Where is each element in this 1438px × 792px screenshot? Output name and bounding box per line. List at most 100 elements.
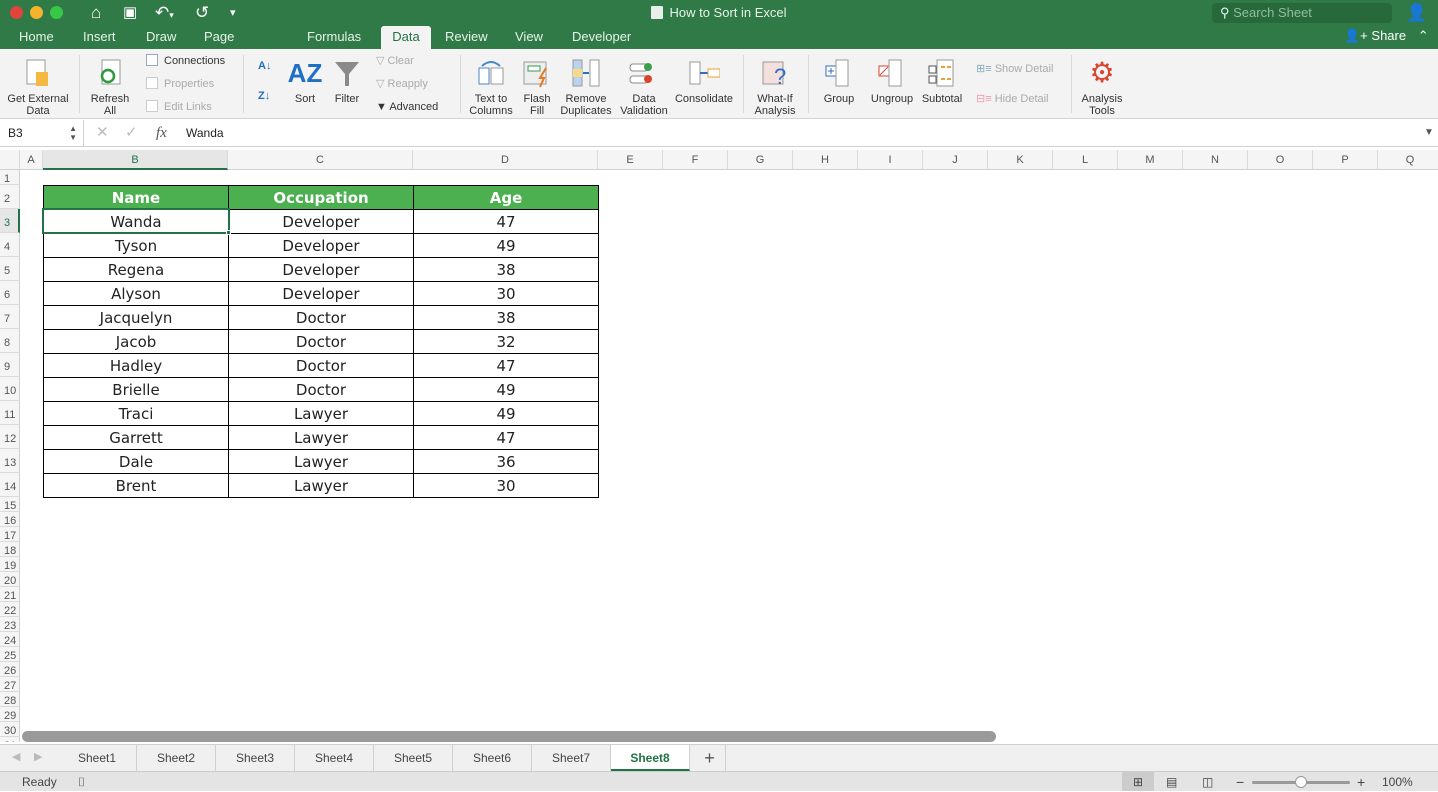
what-if-analysis-button[interactable]: ? What-If Analysis [750, 57, 800, 117]
tab-review[interactable]: Review [439, 26, 494, 49]
sort-button[interactable]: AZ Sort [288, 57, 323, 105]
sheet-tab-sheet2[interactable]: Sheet2 [137, 745, 216, 771]
tab-insert[interactable]: Insert [77, 26, 122, 49]
select-all-corner[interactable] [0, 150, 20, 170]
sort-a-z-button[interactable]: A↓ [258, 59, 271, 73]
table-cell[interactable]: 38 [413, 305, 599, 330]
show-detail-button[interactable]: ⊞≡ Show Detail [976, 62, 1053, 76]
cancel-icon[interactable]: ✕ [96, 120, 109, 146]
row-header-20[interactable]: 20 [0, 572, 20, 587]
table-cell[interactable]: Brent [43, 473, 229, 498]
clear-button[interactable]: ▽ Clear [376, 54, 414, 68]
macro-record-icon[interactable]: ⌷ [78, 772, 85, 792]
connections-button[interactable]: Connections [146, 54, 225, 68]
ungroup-button[interactable]: Ungroup [868, 57, 916, 105]
table-cell[interactable]: Traci [43, 401, 229, 426]
row-header-5[interactable]: 5 [0, 257, 20, 281]
function-icon[interactable]: fx [156, 120, 167, 146]
row-header-13[interactable]: 13 [0, 449, 20, 473]
add-sheet-button[interactable]: + [694, 745, 726, 771]
table-cell[interactable]: Wanda [43, 209, 229, 234]
table-cell[interactable]: 32 [413, 329, 599, 354]
sheet-tab-sheet4[interactable]: Sheet4 [295, 745, 374, 771]
table-cell[interactable]: 49 [413, 401, 599, 426]
column-header-p[interactable]: P [1313, 150, 1378, 170]
text-to-columns-button[interactable]: Text to Columns [468, 57, 514, 117]
row-header-29[interactable]: 29 [0, 707, 20, 722]
row-header-4[interactable]: 4 [0, 233, 20, 257]
row-header-16[interactable]: 16 [0, 512, 20, 527]
table-cell[interactable]: Jacquelyn [43, 305, 229, 330]
tab-view[interactable]: View [509, 26, 549, 49]
sheet-tab-sheet6[interactable]: Sheet6 [453, 745, 532, 771]
sheet-tab-sheet1[interactable]: Sheet1 [58, 745, 137, 771]
sheet-tab-sheet8[interactable]: Sheet8 [611, 745, 690, 771]
account-icon[interactable]: 👤 [1406, 3, 1427, 23]
row-header-28[interactable]: 28 [0, 692, 20, 707]
horizontal-scrollbar[interactable] [22, 731, 996, 742]
worksheet-grid[interactable]: ABCDEFGHIJKLMNOPQ 1 2 3 4 5 6 7 8 9 10 11 12 13 14 15 1… [0, 150, 1438, 742]
table-cell[interactable]: 49 [413, 233, 599, 258]
table-cell[interactable]: Developer [228, 209, 414, 234]
column-header-i[interactable]: I [858, 150, 923, 170]
collapse-ribbon-icon[interactable]: ⌃ [1418, 28, 1429, 43]
table-cell[interactable]: 36 [413, 449, 599, 474]
column-header-l[interactable]: L [1053, 150, 1118, 170]
table-cell[interactable]: Lawyer [228, 401, 414, 426]
column-header-h[interactable]: H [793, 150, 858, 170]
table-cell[interactable]: 30 [413, 281, 599, 306]
table-cell[interactable]: Doctor [228, 377, 414, 402]
enter-icon[interactable]: ✓ [125, 120, 138, 146]
table-cell[interactable]: Doctor [228, 305, 414, 330]
analysis-tools-button[interactable]: ⚙ Analysis Tools [1078, 57, 1126, 118]
scroll-sheets-left-icon[interactable]: ◀ [12, 750, 20, 763]
table-cell[interactable]: Lawyer [228, 449, 414, 474]
sheet-tab-sheet3[interactable]: Sheet3 [216, 745, 295, 771]
row-header-15[interactable]: 15 [0, 497, 20, 512]
column-header-g[interactable]: G [728, 150, 793, 170]
tab-draw[interactable]: Draw [140, 26, 182, 49]
row-header-3[interactable]: 3 [0, 209, 20, 233]
table-cell[interactable]: 30 [413, 473, 599, 498]
table-cell[interactable]: Hadley [43, 353, 229, 378]
refresh-all-button[interactable]: Refresh All [88, 57, 132, 117]
tab-page-layout[interactable]: Page Layout [198, 26, 249, 65]
table-cell[interactable]: Regena [43, 257, 229, 282]
name-box[interactable]: B3 ▲ ▼ [0, 120, 84, 146]
table-cell[interactable]: Lawyer [228, 425, 414, 450]
row-header-22[interactable]: 22 [0, 602, 20, 617]
get-external-data-button[interactable]: Get External Data [4, 57, 72, 117]
column-header-b[interactable]: B [43, 150, 228, 170]
tab-data[interactable]: Data [381, 26, 431, 49]
table-cell[interactable]: 49 [413, 377, 599, 402]
properties-button[interactable]: Properties [146, 77, 214, 91]
table-cell[interactable]: Brielle [43, 377, 229, 402]
subtotal-button[interactable]: Subtotal [920, 57, 964, 105]
remove-duplicates-button[interactable]: Remove Duplicates [558, 57, 614, 117]
row-header-23[interactable]: 23 [0, 617, 20, 632]
row-header-8[interactable]: 8 [0, 329, 20, 353]
row-header-9[interactable]: 9 [0, 353, 20, 377]
column-header-m[interactable]: M [1118, 150, 1183, 170]
column-header-j[interactable]: J [923, 150, 988, 170]
table-cell[interactable]: Developer [228, 257, 414, 282]
table-cell[interactable]: Lawyer [228, 473, 414, 498]
table-cell[interactable]: 47 [413, 209, 599, 234]
data-validation-button[interactable]: Data Validation [618, 57, 670, 117]
tab-formulas[interactable]: Formulas [301, 26, 367, 49]
column-header-e[interactable]: E [598, 150, 663, 170]
zoom-slider-knob[interactable] [1295, 776, 1307, 788]
row-header-1[interactable]: 1 [0, 170, 20, 185]
group-button[interactable]: Group [816, 57, 862, 105]
row-header-24[interactable]: 24 [0, 632, 20, 647]
sort-z-a-button[interactable]: Z↓ [258, 89, 270, 103]
row-header-25[interactable]: 25 [0, 647, 20, 662]
row-header-7[interactable]: 7 [0, 305, 20, 329]
name-box-stepper-icon[interactable]: ▲ ▼ [69, 120, 77, 142]
column-header-d[interactable]: D [413, 150, 598, 170]
zoom-slider[interactable] [1252, 776, 1350, 788]
normal-view-icon[interactable]: ⊞ [1122, 772, 1154, 791]
table-header-cell[interactable]: Occupation [228, 185, 414, 210]
page-break-view-icon[interactable]: ◫ [1202, 772, 1213, 792]
formula-input[interactable]: Wanda [186, 120, 224, 146]
